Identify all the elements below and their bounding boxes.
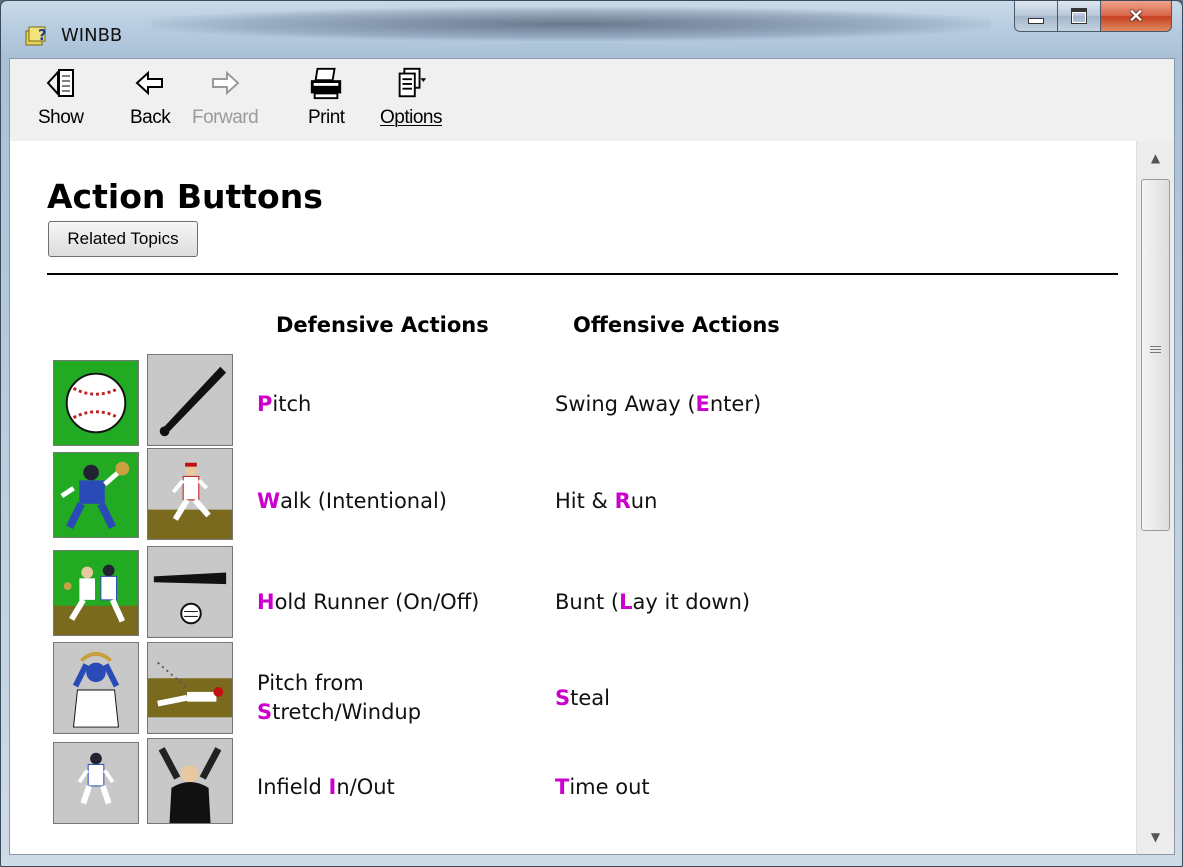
hold-runner-button[interactable] (53, 550, 139, 636)
action-pitch: Pitch (257, 392, 312, 416)
window-title: WINBB (61, 25, 123, 46)
back-arrow-icon (132, 65, 168, 101)
print-label: Print (308, 107, 345, 128)
scroll-grip (1150, 346, 1161, 355)
show-button[interactable]: Show (38, 65, 84, 129)
related-topics-button[interactable]: Related Topics (48, 221, 198, 257)
hotkey: H (257, 590, 275, 614)
page-title: Action Buttons (47, 177, 323, 216)
offensive-actions-header: Offensive Actions (573, 313, 780, 337)
hotkey: R (614, 489, 631, 513)
runner-icon (148, 449, 232, 539)
options-icon (393, 65, 429, 101)
action-hit-and-run: Hit & Run (555, 489, 658, 513)
maximize-button[interactable] (1058, 1, 1101, 32)
help-app-icon: ? (25, 26, 47, 46)
swing-away-button[interactable] (147, 354, 233, 446)
pitch-button[interactable] (53, 360, 139, 446)
stretch-windup-button[interactable] (53, 642, 139, 734)
svg-text:?: ? (38, 26, 47, 44)
vertical-scrollbar[interactable]: ▲ ▼ (1136, 141, 1175, 855)
action-hold-runner: Hold Runner (On/Off) (257, 590, 480, 614)
show-icon (43, 65, 79, 101)
defensive-actions-header: Defensive Actions (276, 313, 489, 337)
catcher-icon (54, 453, 138, 537)
print-button[interactable]: Print (308, 65, 345, 129)
hit-and-run-button[interactable] (147, 448, 233, 540)
time-out-button[interactable] (147, 738, 233, 824)
umpire-icon (148, 739, 232, 823)
scroll-thumb[interactable] (1141, 179, 1170, 531)
printer-icon (308, 65, 344, 101)
action-walk: Walk (Intentional) (257, 489, 447, 513)
title-glass (151, 7, 991, 41)
action-bunt: Bunt (Lay it down) (555, 590, 751, 614)
options-label: Options (380, 107, 442, 128)
bat-icon (148, 355, 232, 445)
minimize-icon (1028, 18, 1044, 24)
pickoff-icon (54, 551, 138, 635)
intentional-walk-button[interactable] (53, 452, 139, 538)
hotkey: L (619, 590, 633, 614)
action-steal: Steal (555, 686, 610, 710)
forward-arrow-icon (207, 65, 243, 101)
close-icon: ✕ (1128, 5, 1144, 26)
back-label: Back (130, 107, 171, 128)
hotkey: W (257, 489, 281, 513)
forward-button[interactable]: Forward (192, 65, 259, 129)
minimize-button[interactable] (1014, 1, 1058, 32)
hotkey: T (555, 775, 570, 799)
steal-button[interactable] (147, 642, 233, 734)
toolbar: Show Back Forward Print Options (9, 58, 1175, 142)
hotkey: P (257, 392, 273, 416)
help-content-pane: Action Buttons Related Topics Defensive … (9, 141, 1137, 855)
window-controls: ✕ (1014, 1, 1172, 32)
maximize-icon (1071, 8, 1087, 24)
options-button[interactable]: Options (380, 65, 442, 129)
action-time-out: Time out (555, 775, 650, 799)
scroll-up-arrow-icon[interactable]: ▲ (1137, 143, 1174, 173)
bunt-icon (148, 547, 232, 637)
help-window: ? WINBB ✕ Show Back Forward Print Option… (0, 0, 1183, 867)
baseball-icon (54, 361, 138, 445)
slide-icon (148, 643, 232, 733)
pitcher-stretch-icon (54, 643, 138, 733)
divider (47, 273, 1118, 275)
scroll-down-arrow-icon[interactable]: ▼ (1137, 822, 1174, 852)
close-button[interactable]: ✕ (1101, 1, 1172, 32)
infielder-icon (54, 743, 138, 823)
title-bar[interactable]: ? WINBB ✕ (1, 1, 1182, 57)
show-label: Show (38, 107, 84, 128)
bunt-button[interactable] (147, 546, 233, 638)
hotkey: E (695, 392, 710, 416)
action-infield: Infield In/Out (257, 775, 395, 799)
hotkey: S (257, 700, 273, 724)
infield-in-out-button[interactable] (53, 742, 139, 824)
forward-label: Forward (192, 107, 259, 128)
action-swing-away: Swing Away (Enter) (555, 392, 762, 416)
action-stretch-windup: Pitch from Stretch/Windup (257, 671, 422, 724)
back-button[interactable]: Back (130, 65, 171, 129)
hotkey: S (555, 686, 571, 710)
